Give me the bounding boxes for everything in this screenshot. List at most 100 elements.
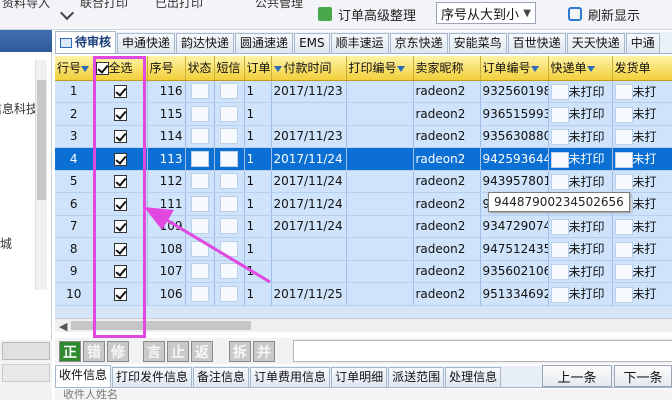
tab-sender-print-info[interactable]: 打印发件信息 bbox=[112, 367, 193, 387]
sms-cell[interactable] bbox=[214, 147, 245, 171]
left-footer-field[interactable] bbox=[2, 342, 50, 360]
sms-cell[interactable] bbox=[214, 192, 245, 216]
menu-item[interactable]: 公共管理 bbox=[255, 0, 303, 11]
table-row[interactable]: 1 116 1 2017/11/23 radeon2 932560198 未打印 未打 bbox=[55, 80, 672, 103]
seq-cell[interactable]: 115 bbox=[147, 102, 186, 126]
status-cell[interactable] bbox=[185, 260, 215, 283]
table-row[interactable]: 10 106 1 2017/11/25 radeon2 951334692 未打印 未打 bbox=[55, 282, 672, 306]
seller-cell[interactable]: radeon2 bbox=[413, 80, 481, 103]
sms-cell[interactable] bbox=[214, 170, 245, 193]
status-cell[interactable] bbox=[185, 125, 215, 148]
tab-jd[interactable]: 京东快递 bbox=[389, 33, 448, 53]
pay-time-cell[interactable]: 2017/11/23 bbox=[271, 125, 347, 148]
order-no-cell[interactable]: 932560198 bbox=[480, 80, 549, 103]
print-no-cell[interactable] bbox=[346, 170, 414, 193]
seller-cell[interactable]: radeon2 bbox=[413, 192, 481, 216]
status-cell[interactable] bbox=[185, 192, 215, 216]
shipping-cell[interactable]: 未打 bbox=[612, 215, 672, 238]
filter-icon[interactable] bbox=[530, 65, 539, 72]
merge-button[interactable]: 并 bbox=[253, 341, 275, 362]
order-count-cell[interactable]: 1 bbox=[244, 102, 272, 126]
order-count-cell[interactable]: 1 bbox=[244, 125, 272, 148]
filter-icon[interactable] bbox=[396, 65, 405, 72]
left-footer-field[interactable] bbox=[2, 364, 50, 382]
col-header-sms[interactable]: 短信 bbox=[214, 56, 245, 81]
shipping-cell[interactable]: 未打 bbox=[612, 125, 672, 148]
order-count-cell[interactable]: 1 bbox=[244, 237, 272, 261]
seq-cell[interactable]: 111 bbox=[147, 192, 186, 216]
tab-order-details[interactable]: 订单明细 bbox=[331, 367, 388, 387]
sms-cell[interactable] bbox=[214, 237, 245, 261]
order-count-cell[interactable]: 1 bbox=[244, 192, 272, 216]
table-row[interactable]: 8 108 1 radeon2 947512435 未打印 未打 bbox=[55, 237, 672, 261]
print-no-cell[interactable] bbox=[346, 147, 414, 171]
order-no-cell[interactable]: 947512435 bbox=[480, 237, 549, 261]
print-no-cell[interactable] bbox=[346, 215, 414, 238]
seq-cell[interactable]: 108 bbox=[147, 237, 186, 261]
menu-item[interactable]: 已出打印 bbox=[155, 0, 203, 11]
shipping-cell[interactable]: 未打 bbox=[612, 260, 672, 283]
row-number-cell[interactable]: 4 bbox=[55, 147, 94, 171]
seq-cell[interactable]: 114 bbox=[147, 125, 186, 148]
tab-yto[interactable]: 圆通速递 bbox=[235, 33, 294, 53]
order-count-cell[interactable]: 1 bbox=[244, 215, 272, 238]
seq-cell[interactable]: 112 bbox=[147, 170, 186, 193]
col-header-pay-time[interactable]: 付款时间 bbox=[271, 56, 347, 81]
order-count-cell[interactable]: 1 bbox=[244, 260, 272, 283]
row-number-cell[interactable]: 10 bbox=[55, 282, 94, 306]
col-header-seller[interactable]: 卖家昵称 bbox=[413, 56, 481, 81]
tab-yunda[interactable]: 韵达快递 bbox=[176, 33, 235, 53]
pay-time-cell[interactable]: 2017/11/24 bbox=[271, 170, 347, 193]
row-number-cell[interactable]: 5 bbox=[55, 170, 94, 193]
menu-item[interactable]: 资料导入 bbox=[2, 0, 50, 11]
stop-button[interactable]: 止 bbox=[167, 341, 189, 362]
col-header-express[interactable]: 快递单 bbox=[548, 56, 613, 81]
sms-cell[interactable] bbox=[214, 80, 245, 103]
table-row[interactable]: 4 113 1 2017/11/24 radeon2 942593644 未打印 未打 bbox=[55, 147, 672, 171]
tab-recipient-info[interactable]: 收件信息 bbox=[55, 365, 112, 387]
shipping-cell[interactable]: 未打 bbox=[612, 80, 672, 103]
prev-record-button[interactable]: 上一条 bbox=[542, 365, 612, 387]
seq-cell[interactable]: 107 bbox=[147, 260, 186, 283]
express-cell[interactable]: 未打印 bbox=[548, 170, 613, 193]
menu-item[interactable]: 联合打印 bbox=[80, 0, 128, 11]
order-no-cell[interactable]: 934729074 bbox=[480, 215, 549, 238]
sms-cell[interactable] bbox=[214, 102, 245, 126]
tab-remarks[interactable]: 备注信息 bbox=[193, 367, 250, 387]
col-header-status[interactable]: 状态 bbox=[185, 56, 215, 81]
col-header-seq[interactable]: 序号 bbox=[147, 56, 186, 81]
filter-icon[interactable] bbox=[273, 65, 282, 72]
table-row[interactable]: 3 114 1 2017/11/23 radeon2 935630880 未打印 未打 bbox=[55, 125, 672, 148]
print-no-cell[interactable] bbox=[346, 80, 414, 103]
express-cell[interactable]: 未打印 bbox=[548, 282, 613, 306]
left-panel-text[interactable]: 城 bbox=[0, 235, 12, 252]
row-number-cell[interactable]: 1 bbox=[55, 80, 94, 103]
row-number-cell[interactable]: 3 bbox=[55, 125, 94, 148]
col-header-order-count[interactable]: 订单 bbox=[244, 56, 272, 81]
split-button[interactable]: 拆 bbox=[229, 341, 251, 362]
col-header-print-no[interactable]: 打印编号 bbox=[346, 56, 414, 81]
tab-pending[interactable]: 待审核 bbox=[55, 31, 117, 53]
order-count-cell[interactable]: 1 bbox=[244, 170, 272, 193]
return-button[interactable]: 返 bbox=[191, 341, 213, 362]
tab-anneng[interactable]: 安能菜鸟 bbox=[448, 33, 507, 53]
sort-order-select[interactable]: 序号从大到小 ▼ bbox=[436, 2, 536, 24]
express-cell[interactable]: 未打印 bbox=[548, 237, 613, 261]
express-cell[interactable]: 未打印 bbox=[548, 80, 613, 103]
tab-tiantian[interactable]: 天天快递 bbox=[566, 33, 625, 53]
filter-icon[interactable] bbox=[81, 65, 90, 72]
status-cell[interactable] bbox=[185, 170, 215, 193]
tab-delivery-range[interactable]: 派送范围 bbox=[388, 367, 445, 387]
shipping-cell[interactable]: 未打 bbox=[612, 102, 672, 126]
row-number-cell[interactable]: 9 bbox=[55, 260, 94, 283]
seller-cell[interactable]: radeon2 bbox=[413, 170, 481, 193]
order-no-cell[interactable]: 935630880 bbox=[480, 125, 549, 148]
col-header-order-no[interactable]: 订单编号 bbox=[480, 56, 549, 81]
col-header-shipping[interactable]: 发货单 bbox=[612, 56, 672, 81]
express-cell[interactable]: 未打印 bbox=[548, 260, 613, 283]
seller-cell[interactable]: radeon2 bbox=[413, 215, 481, 238]
pay-time-cell[interactable] bbox=[271, 102, 347, 126]
table-row[interactable]: 9 107 1 radeon2 935602106 未打印 未打 bbox=[55, 260, 672, 283]
shipping-cell[interactable]: 未打 bbox=[612, 237, 672, 261]
mark-error-button[interactable]: 错 bbox=[83, 341, 105, 362]
